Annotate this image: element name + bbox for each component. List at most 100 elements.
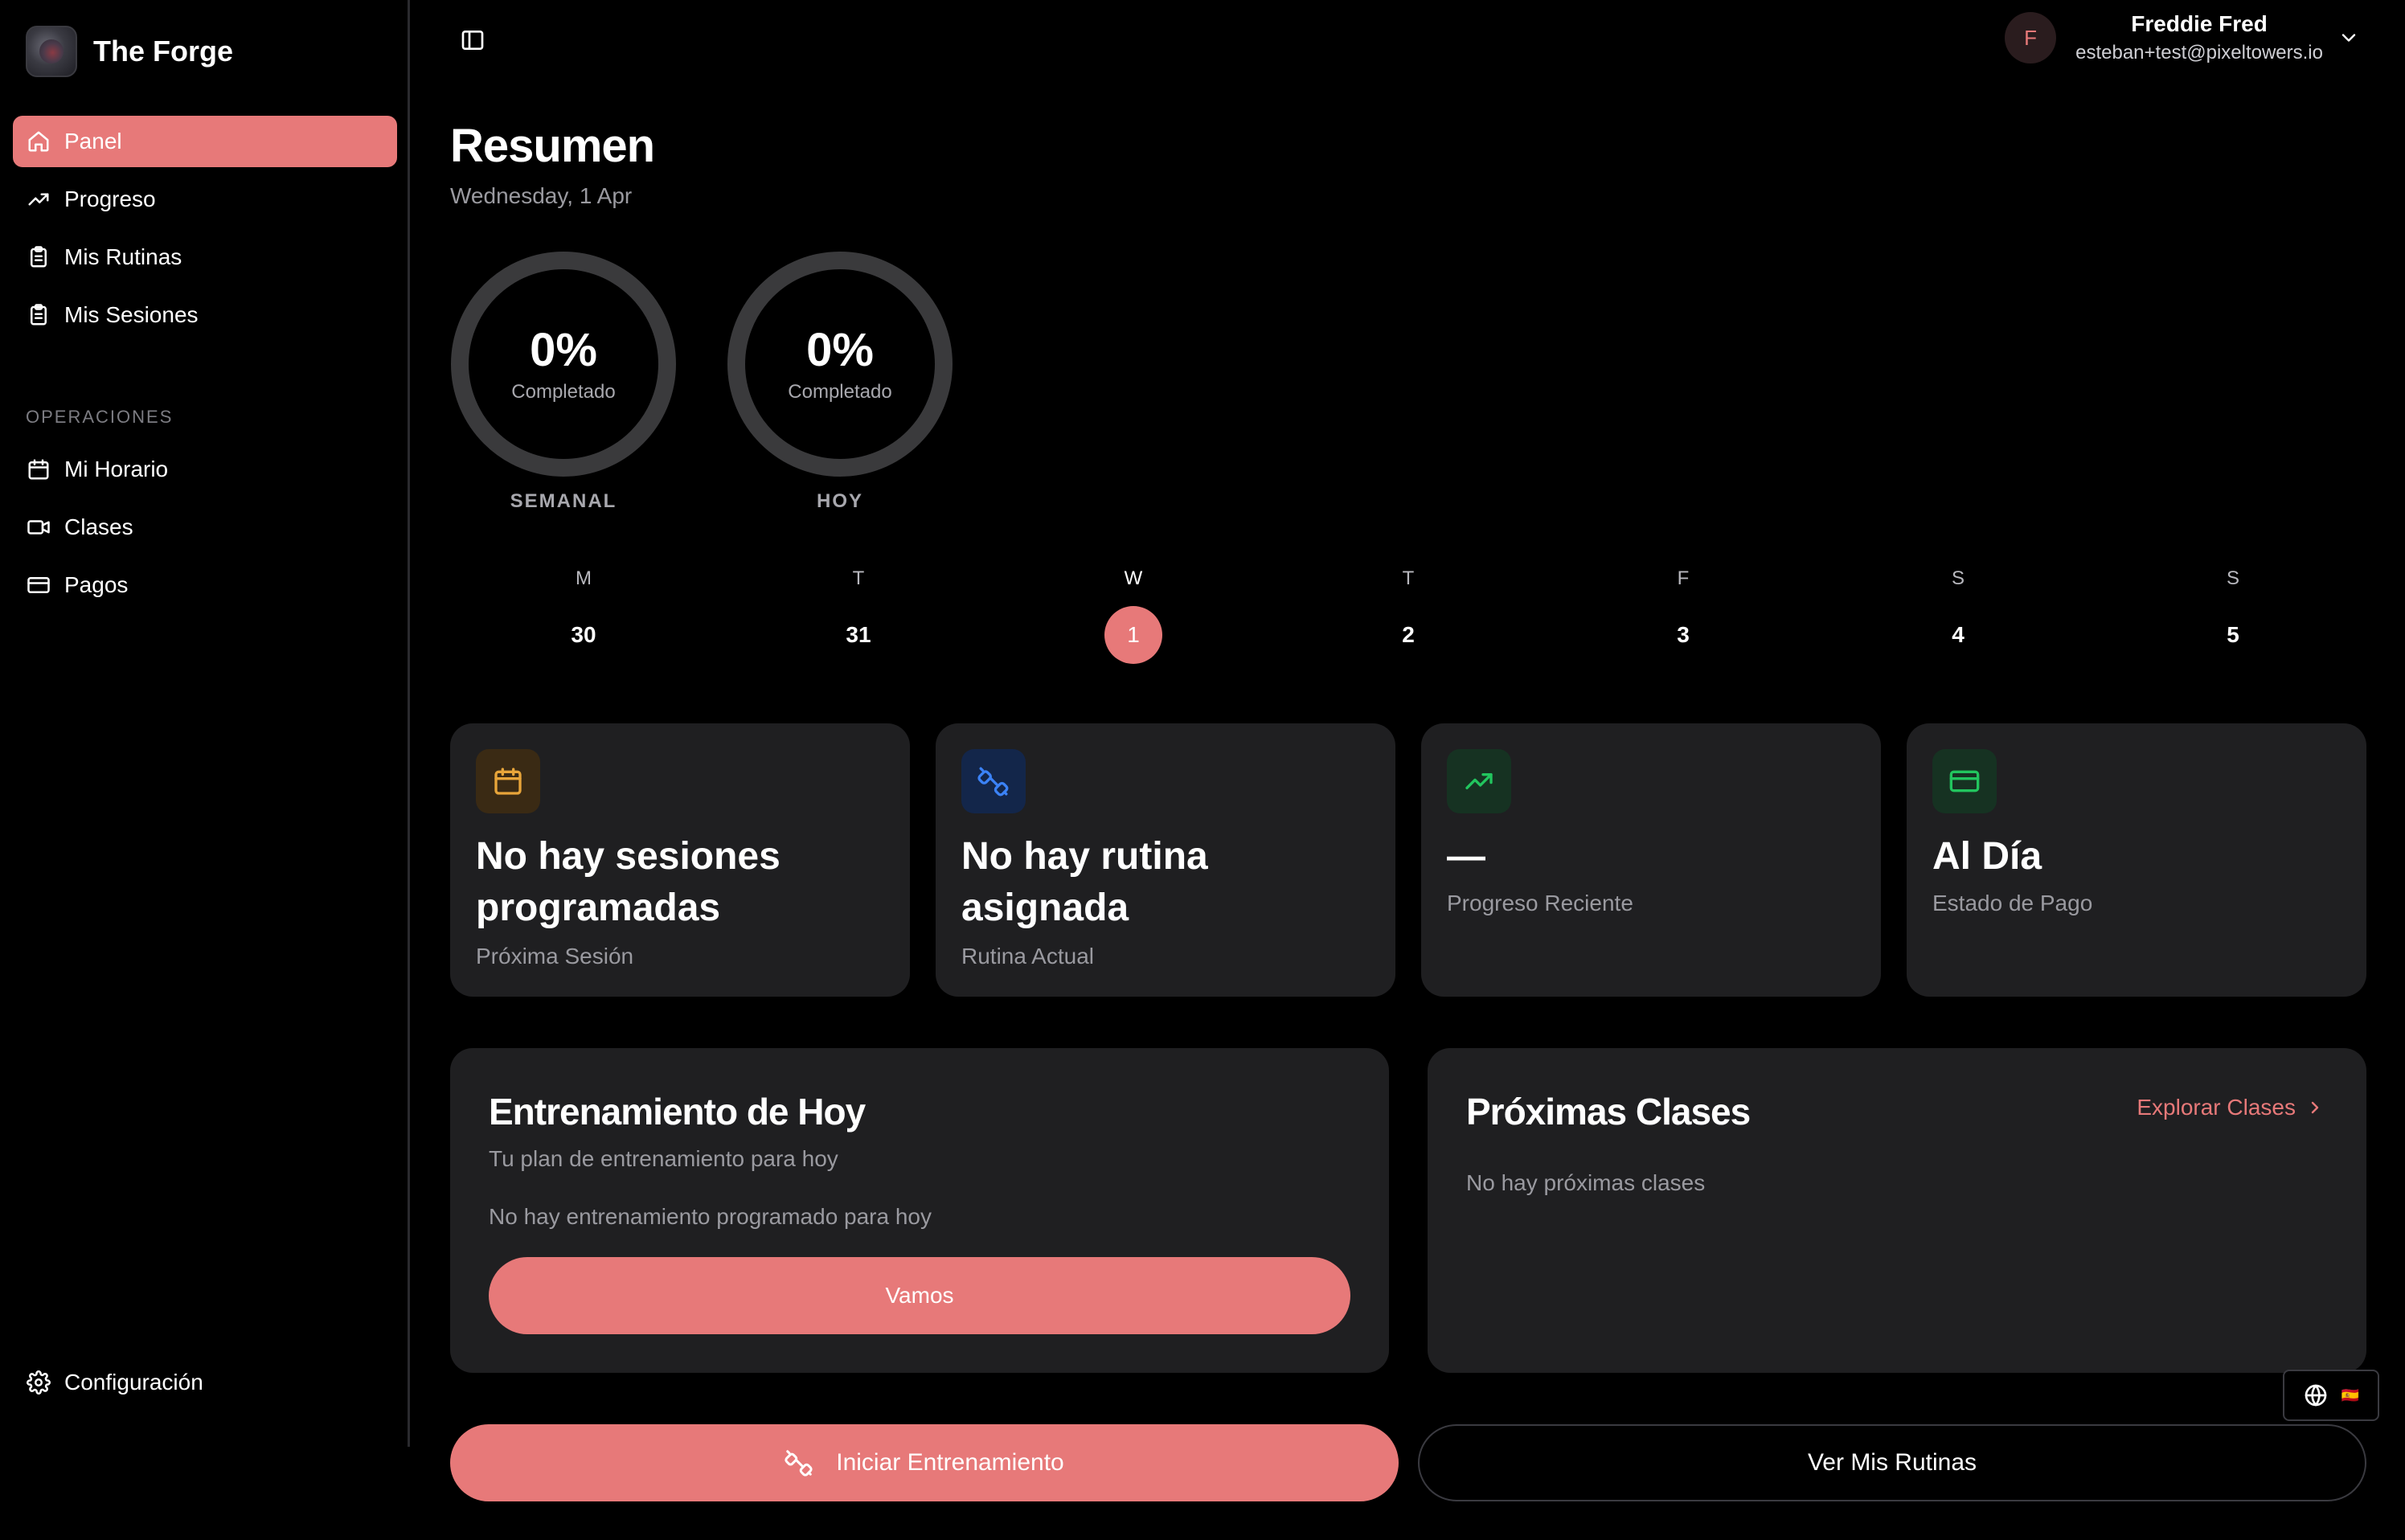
stat-card-payment-status[interactable]: Al Día Estado de Pago xyxy=(1907,723,2366,997)
brand[interactable]: The Forge xyxy=(26,26,233,77)
sidebar-item-label: Mi Horario xyxy=(64,457,169,481)
app-name: The Forge xyxy=(93,35,234,68)
day-date: 5 xyxy=(2227,622,2239,647)
day-monday[interactable]: M 30 xyxy=(535,563,632,664)
app-logo xyxy=(26,26,77,77)
gear-icon xyxy=(26,1370,51,1395)
sidebar-item-label: Configuración xyxy=(64,1370,203,1395)
link-label: Explorar Clases xyxy=(2137,1095,2296,1120)
stat-value: Al Día xyxy=(1932,835,2042,878)
video-icon xyxy=(26,514,51,540)
day-thursday[interactable]: T 2 xyxy=(1360,563,1457,664)
day-name: F xyxy=(1677,567,1690,589)
sidebar-item-configuracion[interactable]: Configuración xyxy=(13,1357,397,1408)
stat-label: Rutina Actual xyxy=(961,944,1094,969)
section-label-operaciones: OPERACIONES xyxy=(26,407,174,427)
explore-classes-link[interactable]: Explorar Clases xyxy=(2137,1095,2325,1120)
sidebar-item-progreso[interactable]: Progreso xyxy=(13,174,397,225)
button-label: Iniciar Entrenamiento xyxy=(836,1449,1064,1476)
page-title: Resumen xyxy=(450,120,655,172)
weekly-progress-sub: Completado xyxy=(511,381,616,403)
card-title: Próximas Clases xyxy=(1466,1091,1751,1132)
main-nav: Panel Progreso Mis Rutinas Mis Sesiones xyxy=(13,116,397,347)
sidebar-item-label: Clases xyxy=(64,514,133,539)
dumbbell-icon xyxy=(961,749,1026,813)
weekly-progress-ring: 0% Completado xyxy=(450,251,677,477)
weekly-progress-value: 0% xyxy=(530,324,597,376)
avatar: F xyxy=(2005,12,2057,63)
today-progress-label: HOY xyxy=(816,490,863,512)
today-progress-ring: 0% Completado xyxy=(727,251,953,477)
day-friday[interactable]: F 3 xyxy=(1635,563,1731,664)
chevron-right-icon xyxy=(2305,1098,2325,1117)
home-icon xyxy=(26,129,51,154)
stat-value: No hay sesiones programadas xyxy=(476,835,780,929)
panel-left-icon xyxy=(460,27,486,53)
day-name: T xyxy=(852,567,865,589)
day-sunday[interactable]: S 5 xyxy=(2185,563,2281,664)
chevron-down-icon xyxy=(2337,27,2360,49)
upcoming-classes-card: Próximas Clases Explorar Clases No hay p… xyxy=(1428,1048,2366,1373)
day-name: S xyxy=(2226,567,2239,589)
today-workout-card: Entrenamiento de Hoy Tu plan de entrenam… xyxy=(450,1048,1389,1373)
empty-state-text: No hay entrenamiento programado para hoy xyxy=(489,1204,932,1229)
sidebar-item-mis-rutinas[interactable]: Mis Rutinas xyxy=(13,231,397,283)
card-subtitle: Tu plan de entrenamiento para hoy xyxy=(489,1146,838,1171)
stat-card-next-session[interactable]: No hay sesiones programadas Próxima Sesi… xyxy=(450,723,910,997)
day-wednesday[interactable]: W 1 xyxy=(1085,563,1182,664)
day-date: 2 xyxy=(1402,622,1415,647)
week-strip: M 30 T 31 W 1 T 2 F 3 S 4 S 5 xyxy=(450,563,2366,664)
sidebar-item-pagos[interactable]: Pagos xyxy=(13,559,397,611)
day-name: T xyxy=(1402,567,1415,589)
day-saturday[interactable]: S 4 xyxy=(1910,563,2006,664)
page-date: Wednesday, 1 Apr xyxy=(450,183,633,208)
start-workout-button[interactable]: Iniciar Entrenamiento xyxy=(450,1424,1399,1501)
settings-nav: Configuración xyxy=(13,1357,397,1415)
stat-label: Progreso Reciente xyxy=(1447,891,1633,915)
sidebar-item-clases[interactable]: Clases xyxy=(13,502,397,553)
sidebar-item-panel[interactable]: Panel xyxy=(13,116,397,167)
stat-value: — xyxy=(1447,835,1485,878)
card-title: Entrenamiento de Hoy xyxy=(489,1091,866,1132)
user-name: Freddie Fred xyxy=(2131,11,2268,36)
vamos-button[interactable]: Vamos xyxy=(489,1257,1350,1334)
stat-label: Estado de Pago xyxy=(1932,891,2093,915)
sidebar-item-label: Mis Rutinas xyxy=(64,244,182,269)
sidebar-item-mi-horario[interactable]: Mi Horario xyxy=(13,444,397,495)
day-name: M xyxy=(576,567,592,589)
operations-nav: Mi Horario Clases Pagos xyxy=(13,444,397,617)
trending-up-icon xyxy=(1447,749,1511,813)
user-email: esteban+test@pixeltowers.io xyxy=(2075,42,2323,63)
sidebar-item-label: Pagos xyxy=(64,572,129,597)
day-date: 30 xyxy=(571,622,596,647)
credit-card-icon xyxy=(26,572,51,598)
language-switcher[interactable]: 🇪🇸 xyxy=(2283,1370,2379,1421)
dumbbell-icon xyxy=(785,1448,813,1477)
user-menu[interactable]: F Freddie Fred esteban+test@pixeltowers.… xyxy=(2005,11,2360,64)
sidebar: The Forge Panel Progreso Mis Rutinas Mis… xyxy=(0,0,410,1447)
stat-value: No hay rutina asignada xyxy=(961,835,1208,929)
flag-spain: 🇪🇸 xyxy=(2341,1386,2360,1403)
empty-state-text: No hay próximas clases xyxy=(1466,1170,1706,1195)
day-name: S xyxy=(1951,567,1965,589)
sidebar-item-mis-sesiones[interactable]: Mis Sesiones xyxy=(13,289,397,341)
clipboard-icon xyxy=(26,244,51,270)
weekly-progress-label: SEMANAL xyxy=(510,490,617,512)
day-tuesday[interactable]: T 31 xyxy=(810,563,907,664)
day-date: 31 xyxy=(846,622,871,647)
sidebar-item-label: Progreso xyxy=(64,186,156,211)
day-date-selected: 1 xyxy=(1104,606,1162,664)
day-date: 4 xyxy=(1952,622,1965,647)
calendar-icon xyxy=(476,749,540,813)
sidebar-item-label: Mis Sesiones xyxy=(64,302,199,327)
stat-label: Próxima Sesión xyxy=(476,944,634,969)
view-routines-button[interactable]: Ver Mis Rutinas xyxy=(1418,1424,2366,1501)
sidebar-toggle-button[interactable] xyxy=(457,24,489,56)
trending-up-icon xyxy=(26,186,51,212)
clipboard-icon xyxy=(26,302,51,328)
user-info: Freddie Fred esteban+test@pixeltowers.io xyxy=(2075,11,2323,64)
day-name: W xyxy=(1124,567,1143,589)
stat-card-current-routine[interactable]: No hay rutina asignada Rutina Actual xyxy=(936,723,1395,997)
stat-card-recent-progress[interactable]: — Progreso Reciente xyxy=(1421,723,1881,997)
credit-card-icon xyxy=(1932,749,1997,813)
